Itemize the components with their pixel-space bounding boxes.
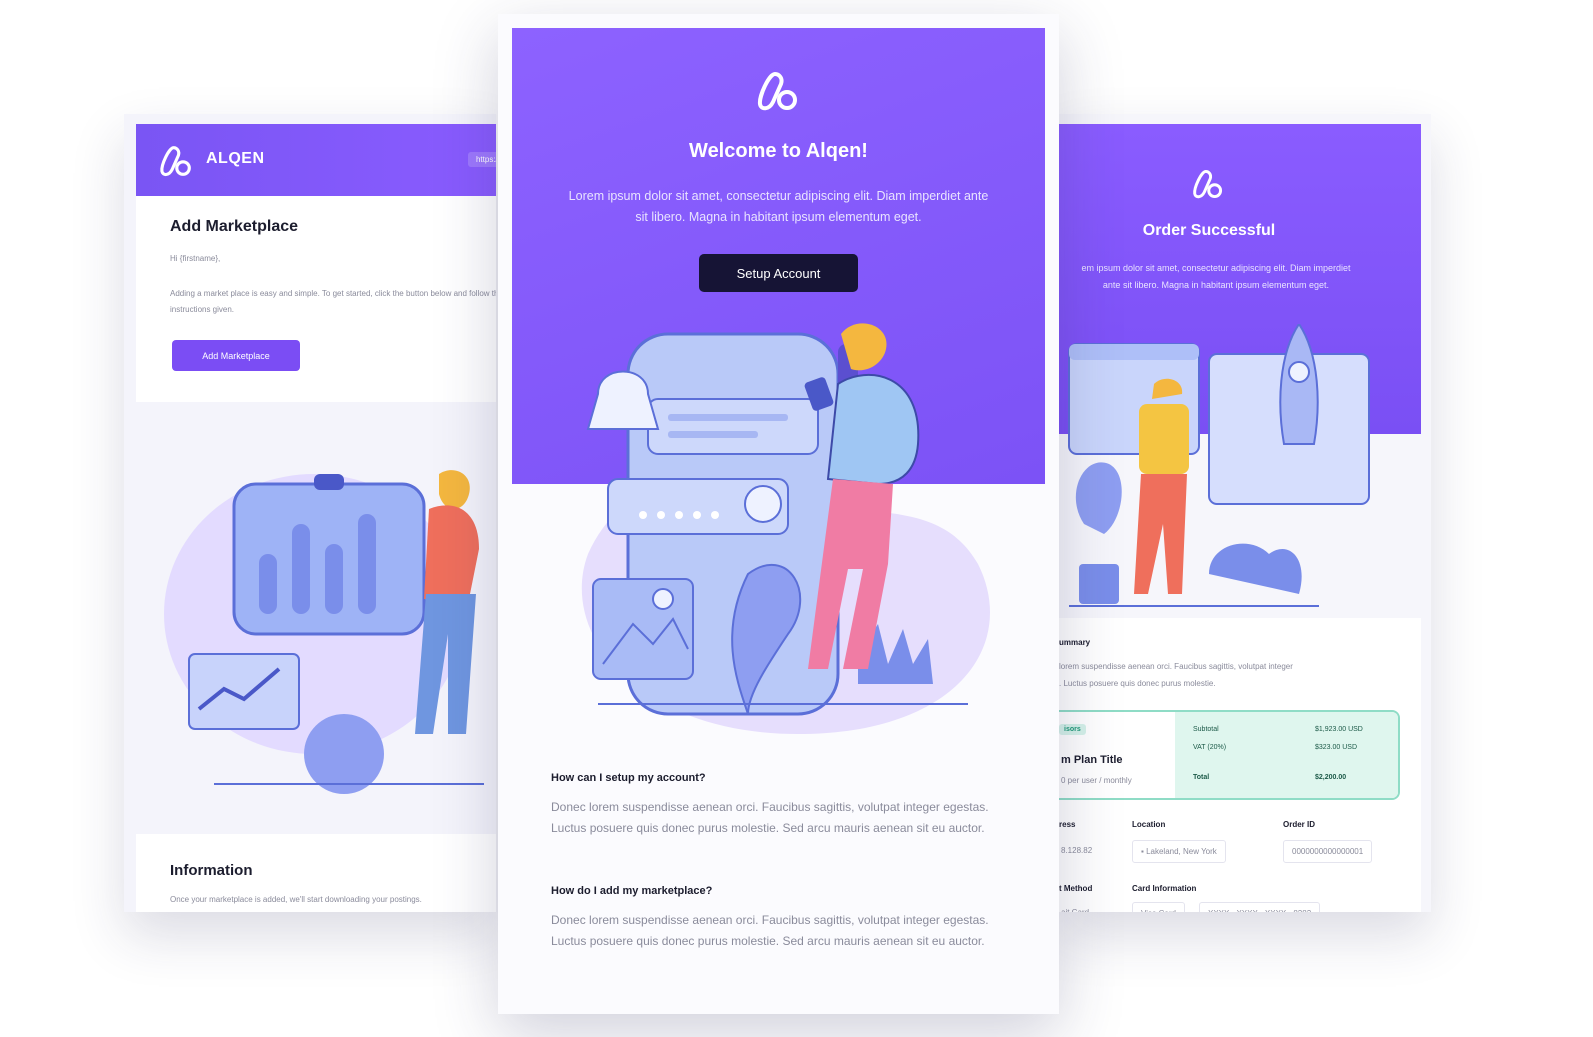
location-value: ▪ Lakeland, New York: [1132, 840, 1226, 863]
subtotal-label: Subtotal: [1193, 726, 1219, 733]
order-subtitle-line: ante sit libero. Magna in habitant ipsum…: [1102, 280, 1330, 290]
order-subtitle: em ipsum dolor sit amet, consectetur adi…: [1059, 260, 1373, 294]
email-preview-welcome: Welcome to Alqen! Lorem ipsum dolor sit …: [498, 14, 1059, 1014]
plan-price: 0 per user / monthly: [1061, 776, 1132, 785]
greeting: Hi {firstname},: [170, 254, 221, 263]
welcome-subtitle: Lorem ipsum dolor sit amet, consectetur …: [568, 189, 989, 224]
email-preview-add-marketplace: ALQEN https:// Add Marketplace Hi {first…: [124, 114, 496, 912]
faq-answer: Donec lorem suspendisse aenean orci. Fau…: [551, 800, 989, 835]
alqen-logo-icon: [757, 72, 797, 111]
brand-name: ALQEN: [206, 150, 265, 167]
order-summary-panel: ummary lorem suspendisse aenean orci. Fa…: [1059, 618, 1421, 912]
alqen-logo-icon: [160, 146, 191, 177]
information-text: Once your marketplace is added, we'll st…: [170, 895, 422, 904]
plan-title: m Plan Title: [1061, 754, 1123, 766]
order-id-label: Order ID: [1283, 820, 1316, 829]
phone-illustration: [581, 323, 990, 734]
location-label: Location: [1132, 820, 1166, 829]
left-body: Add Marketplace Hi {firstname}, Adding a…: [136, 196, 496, 402]
total-value: $2,200.00: [1315, 774, 1347, 781]
address-value: 8.128.82: [1059, 840, 1101, 861]
intro-paragraph: Adding a market place is easy and simple…: [170, 289, 496, 314]
information-section: Information Once your marketplace is add…: [136, 834, 496, 912]
setup-account-button[interactable]: Setup Account: [699, 254, 858, 292]
subtotal-value: $1,923.00 USD: [1315, 726, 1363, 733]
faq-question: How do I add my marketplace?: [551, 885, 713, 897]
email-preview-order-successful: Order Successful em ipsum dolor sit amet…: [1059, 114, 1431, 912]
payment-label: t Method: [1059, 884, 1093, 893]
dashboard-illustration: [164, 470, 484, 794]
order-id-value: 0000000000000001: [1283, 840, 1373, 863]
add-marketplace-button[interactable]: Add Marketplace: [172, 340, 300, 371]
card-brand: Visa Card: [1132, 902, 1185, 912]
url-pill: https://: [467, 152, 496, 167]
faq-question: How can I setup my account?: [551, 772, 706, 784]
faq-answer: Donec lorem suspendisse aenean orci. Fau…: [551, 913, 989, 948]
location-text: Lakeland, New York: [1146, 847, 1217, 856]
card-number: XXXX - XXXX - XXXX - 8282: [1199, 902, 1321, 912]
card-info-label: Card Information: [1132, 884, 1197, 893]
welcome-title: Welcome to Alqen!: [689, 140, 868, 162]
vat-label: VAT (20%): [1193, 744, 1227, 751]
price-breakdown: Subtotal $1,923.00 USD VAT (20%) $323.00…: [1175, 712, 1398, 798]
rocket-illustration: [1068, 324, 1370, 607]
vat-value: $323.00 USD: [1315, 744, 1358, 751]
plan-info: isors m Plan Title 0 per user / monthly: [1059, 712, 1175, 798]
plan-summary-box: isors m Plan Title 0 per user / monthly …: [1059, 710, 1400, 800]
alqen-logo-icon: [1193, 169, 1223, 199]
payment-value: ait Card: [1059, 902, 1098, 912]
order-title: Order Successful: [1142, 222, 1276, 239]
address-label: ress: [1059, 820, 1076, 829]
summary-text: lorem suspendisse aenean orci. Faucibus …: [1059, 658, 1379, 692]
page-title: Add Marketplace: [170, 218, 299, 235]
total-label: Total: [1193, 774, 1210, 781]
left-header: ALQEN https://: [136, 124, 496, 196]
summary-line: lorem suspendisse aenean orci. Faucibus …: [1059, 662, 1293, 671]
information-title: Information: [170, 862, 253, 879]
order-subtitle-line: em ipsum dolor sit amet, consectetur adi…: [1081, 263, 1351, 273]
summary-heading: ummary: [1059, 638, 1091, 647]
summary-line: . Luctus posuere quis donec purus molest…: [1059, 679, 1216, 688]
plan-badge: isors: [1059, 724, 1086, 735]
